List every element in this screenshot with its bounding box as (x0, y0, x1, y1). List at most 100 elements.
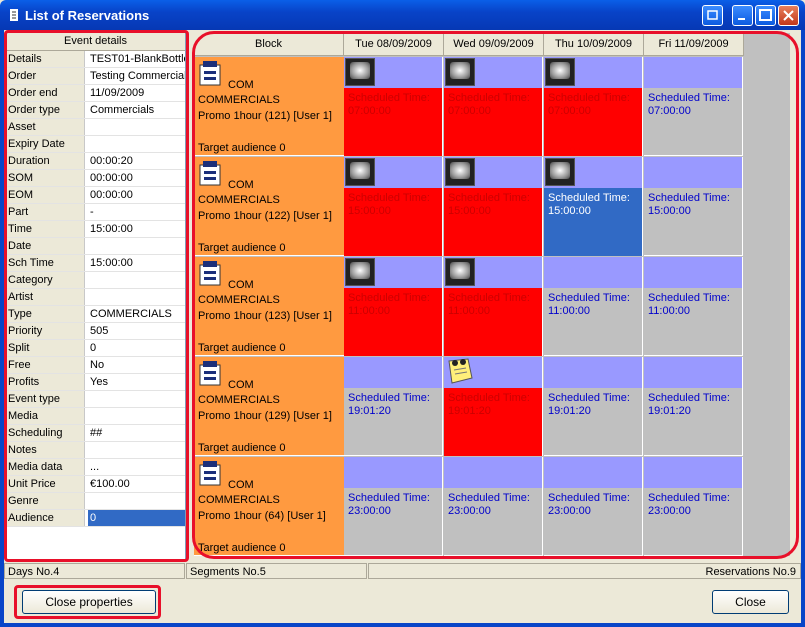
reservation-cell[interactable]: Scheduled Time: 19:01:20 (544, 357, 643, 456)
property-row[interactable]: Part - (6, 204, 185, 221)
property-row[interactable]: Free No (6, 357, 185, 374)
scheduled-time-value: 07:00:00 (648, 105, 691, 117)
reservation-cell[interactable]: Scheduled Time: 07:00:00 (344, 57, 443, 156)
property-row[interactable]: SOM 00:00:00 (6, 170, 185, 187)
property-value[interactable]: 11/09/2009 (88, 85, 185, 101)
property-row[interactable]: Expiry Date (6, 136, 185, 153)
column-header-date[interactable]: Fri 11/09/2009 (644, 33, 744, 56)
property-row[interactable]: Duration 00:00:20 (6, 153, 185, 170)
property-row[interactable]: Sch Time 15:00:00 (6, 255, 185, 272)
property-row[interactable]: Priority 505 (6, 323, 185, 340)
block-cell[interactable]: COM COMMERCIALS Promo 1hour (64) [User 1] T… (194, 457, 344, 556)
reservation-cell[interactable]: Scheduled Time: 19:01:20 (444, 357, 543, 456)
property-value[interactable] (88, 442, 185, 458)
property-row[interactable]: EOM 00:00:00 (6, 187, 185, 204)
property-key: Split (6, 340, 85, 356)
property-value[interactable]: - (88, 204, 185, 220)
close-button[interactable]: Close (712, 590, 789, 614)
property-value[interactable]: ... (88, 459, 185, 475)
reservation-cell[interactable]: Scheduled Time: 11:00:00 (444, 257, 543, 356)
reservation-cell[interactable]: Scheduled Time: 23:00:00 (444, 457, 543, 556)
property-row[interactable]: Scheduling ## (6, 425, 185, 442)
property-value[interactable] (88, 272, 185, 288)
block-cell[interactable]: COM COMMERCIALS Promo 1hour (121) [User 1]… (194, 57, 344, 156)
reservation-cell[interactable]: Scheduled Time: 11:00:00 (644, 257, 743, 356)
property-row[interactable]: Profits Yes (6, 374, 185, 391)
property-row[interactable]: Type COMMERCIALS (6, 306, 185, 323)
column-header-date[interactable]: Wed 09/09/2009 (444, 33, 544, 56)
property-row[interactable]: Media (6, 408, 185, 425)
reservation-cell[interactable]: Scheduled Time: 07:00:00 (644, 57, 743, 156)
property-value[interactable] (88, 493, 185, 509)
reservation-cell[interactable]: Scheduled Time: 07:00:00 (544, 57, 643, 156)
property-row[interactable]: Asset (6, 119, 185, 136)
property-value[interactable] (88, 391, 185, 407)
property-value[interactable]: TEST01-BlankBottle (88, 51, 185, 67)
property-value[interactable]: Testing Commercial O (88, 68, 185, 84)
minimize-button[interactable] (732, 5, 753, 26)
property-row[interactable]: Order end 11/09/2009 (6, 85, 185, 102)
block-cell[interactable]: COM COMMERCIALS Promo 1hour (123) [User 1]… (194, 257, 344, 356)
block-cell[interactable]: COM COMMERCIALS Promo 1hour (122) [User 1]… (194, 157, 344, 256)
property-row[interactable]: Notes (6, 442, 185, 459)
column-header-date[interactable]: Tue 08/09/2009 (344, 33, 444, 56)
property-value[interactable]: 0 (88, 510, 185, 526)
column-header-block[interactable]: Block (194, 33, 344, 56)
reservation-cell[interactable]: Scheduled Time: 07:00:00 (444, 57, 543, 156)
scheduled-time-label: Scheduled Time: (448, 392, 530, 404)
reservation-cell[interactable]: Scheduled Time: 23:00:00 (644, 457, 743, 556)
scheduled-time-text: Scheduled Time: 11:00:00 (348, 292, 430, 318)
property-value[interactable]: 15:00:00 (88, 221, 185, 237)
scheduled-time-value: 19:01:20 (448, 405, 491, 417)
reservation-cell[interactable]: Scheduled Time: 19:01:20 (644, 357, 743, 456)
property-value[interactable]: Commercials (88, 102, 185, 118)
property-value[interactable]: 15:00:00 (88, 255, 185, 271)
property-value[interactable]: ## (88, 425, 185, 441)
reservation-cell[interactable]: Scheduled Time: 19:01:20 (344, 357, 443, 456)
scheduled-time-text: Scheduled Time: 19:01:20 (648, 392, 730, 418)
property-value[interactable] (88, 238, 185, 254)
property-value[interactable]: 0 (88, 340, 185, 356)
property-value[interactable] (88, 289, 185, 305)
property-row[interactable]: Audience 0 (6, 510, 185, 527)
property-row[interactable]: Unit Price €100.00 (6, 476, 185, 493)
property-value[interactable]: Yes (88, 374, 185, 390)
property-value[interactable] (88, 119, 185, 135)
property-row[interactable]: Category (6, 272, 185, 289)
block-cell[interactable]: COM COMMERCIALS Promo 1hour (129) [User 1]… (194, 357, 344, 456)
reservation-cell[interactable]: Scheduled Time: 11:00:00 (544, 257, 643, 356)
reservation-cell[interactable]: Scheduled Time: 23:00:00 (544, 457, 643, 556)
reservation-cell[interactable]: Scheduled Time: 15:00:00 (644, 157, 743, 256)
commercial-block-icon (199, 461, 221, 486)
property-value[interactable]: COMMERCIALS (88, 306, 185, 322)
close-properties-button[interactable]: Close properties (22, 590, 156, 614)
maximize-button[interactable] (755, 5, 776, 26)
property-value[interactable]: 00:00:00 (88, 170, 185, 186)
property-row[interactable]: Media data... (6, 459, 185, 476)
reservation-cell[interactable]: Scheduled Time: 15:00:00 (344, 157, 443, 256)
property-value[interactable]: €100.00 (88, 476, 185, 492)
property-row[interactable]: Order type Commercials (6, 102, 185, 119)
property-value[interactable] (88, 408, 185, 424)
close-window-button[interactable] (778, 5, 799, 26)
column-header-date[interactable]: Thu 10/09/2009 (544, 33, 644, 56)
property-value[interactable]: 505 (88, 323, 185, 339)
restore-to-tray-button[interactable] (702, 5, 723, 26)
property-row[interactable]: Details TEST01-BlankBottle (6, 51, 185, 68)
property-row[interactable]: Event type (6, 391, 185, 408)
property-value[interactable]: 00:00:20 (88, 153, 185, 169)
reservation-cell[interactable]: Scheduled Time: 15:00:00 (544, 157, 643, 256)
property-row[interactable]: Artist (6, 289, 185, 306)
property-row[interactable]: Date (6, 238, 185, 255)
property-value[interactable] (88, 136, 185, 152)
property-key: Scheduling (6, 425, 85, 441)
property-value[interactable]: 00:00:00 (88, 187, 185, 203)
property-row[interactable]: Time 15:00:00 (6, 221, 185, 238)
reservation-cell[interactable]: Scheduled Time: 15:00:00 (444, 157, 543, 256)
property-value[interactable]: No (88, 357, 185, 373)
property-row[interactable]: Split 0 (6, 340, 185, 357)
property-row[interactable]: OrderTesting Commercial O (6, 68, 185, 85)
reservation-cell[interactable]: Scheduled Time: 11:00:00 (344, 257, 443, 356)
property-row[interactable]: Genre (6, 493, 185, 510)
reservation-cell[interactable]: Scheduled Time: 23:00:00 (344, 457, 443, 556)
